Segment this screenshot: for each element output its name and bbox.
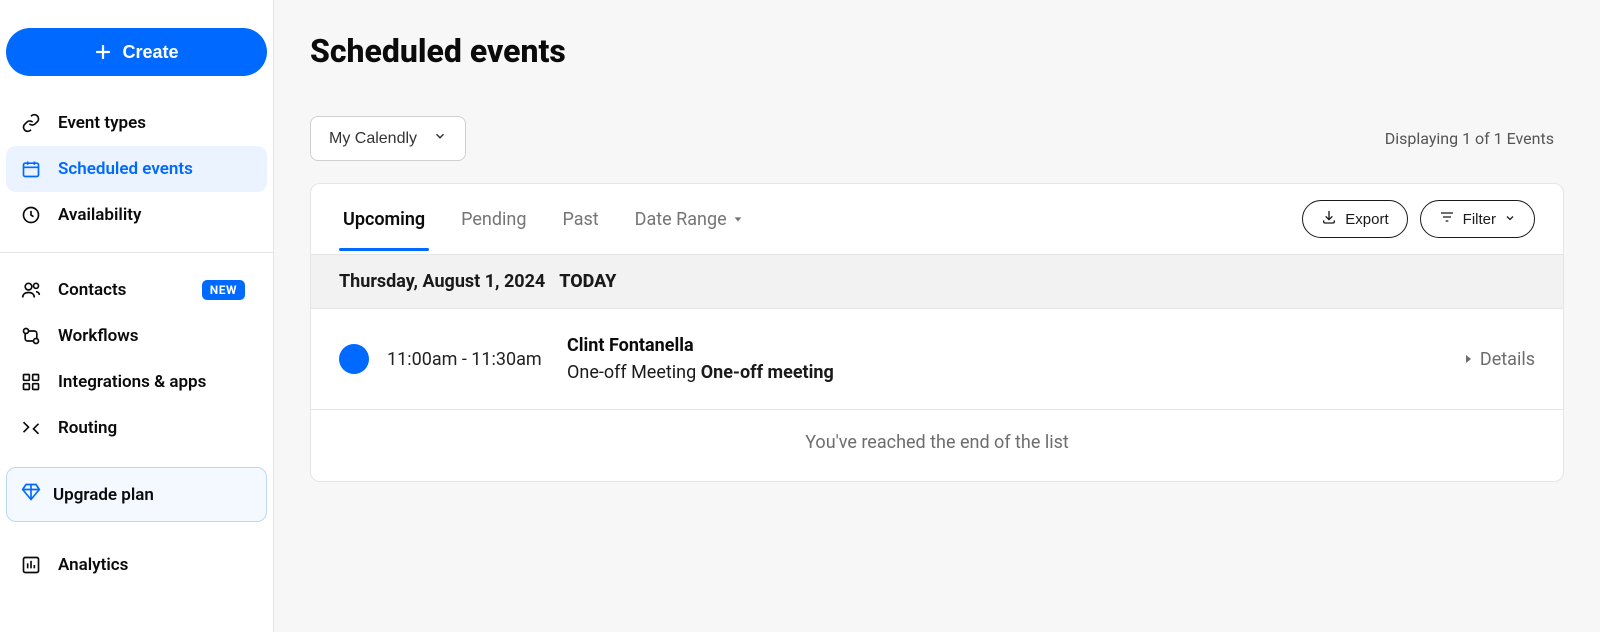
- sidebar-item-label: Availability: [58, 205, 141, 225]
- details-label: Details: [1480, 349, 1535, 370]
- tabs-bar: Upcoming Pending Past Date Range: [311, 184, 1563, 254]
- event-main: Clint Fontanella One-off Meeting One-off…: [567, 335, 834, 383]
- main-content: Scheduled events My Calendly Displaying …: [274, 0, 1600, 632]
- filter-button[interactable]: Filter: [1420, 200, 1535, 238]
- calendar-selector-dropdown[interactable]: My Calendly: [310, 116, 466, 161]
- upgrade-plan-button[interactable]: Upgrade plan: [6, 467, 267, 522]
- nav-section-top: Event types Scheduled events Availabilit…: [0, 94, 273, 244]
- export-button[interactable]: Export: [1302, 200, 1407, 238]
- event-type-label: One-off Meeting: [567, 362, 701, 383]
- tab-upcoming[interactable]: Upcoming: [339, 189, 429, 250]
- sidebar-item-scheduled-events[interactable]: Scheduled events: [6, 146, 267, 192]
- sidebar-item-label: Scheduled events: [58, 159, 193, 179]
- tab-past[interactable]: Past: [558, 189, 602, 250]
- calendar-icon: [20, 158, 42, 180]
- sidebar-item-contacts[interactable]: Contacts NEW: [6, 267, 267, 313]
- filter-icon: [1439, 209, 1455, 229]
- event-type-name: One-off meeting: [701, 362, 834, 383]
- caret-down-icon: [733, 214, 743, 224]
- tab-date-range[interactable]: Date Range: [631, 189, 747, 250]
- plus-icon: [94, 43, 112, 61]
- sidebar-item-label: Event types: [58, 113, 146, 133]
- tabs-actions: Export Filter: [1302, 200, 1535, 238]
- page-title: Scheduled events: [310, 32, 1564, 70]
- date-header: Thursday, August 1, 2024 TODAY: [311, 254, 1563, 309]
- controls-row: My Calendly Displaying 1 of 1 Events: [310, 116, 1564, 161]
- filter-label: Filter: [1463, 211, 1496, 228]
- tab-label: Past: [562, 209, 598, 230]
- displaying-count: Displaying 1 of 1 Events: [1385, 129, 1554, 148]
- create-label: Create: [122, 42, 178, 63]
- sidebar-item-availability[interactable]: Availability: [6, 192, 267, 238]
- analytics-icon: [20, 554, 42, 576]
- sidebar-item-label: Routing: [58, 418, 117, 438]
- contacts-icon: [20, 279, 42, 301]
- sidebar-item-event-types[interactable]: Event types: [6, 100, 267, 146]
- details-button[interactable]: Details: [1462, 349, 1535, 370]
- divider: [0, 252, 273, 253]
- event-subline: One-off Meeting One-off meeting: [567, 362, 834, 383]
- event-time: 11:00am - 11:30am: [387, 349, 557, 370]
- caret-right-icon: [1462, 349, 1474, 370]
- chevron-down-icon: [433, 129, 447, 148]
- download-icon: [1321, 209, 1337, 229]
- routing-icon: [20, 417, 42, 439]
- chevron-down-icon: [1504, 211, 1516, 228]
- sidebar: Create Event types Scheduled events Avai…: [0, 0, 274, 632]
- sidebar-item-integrations[interactable]: Integrations & apps: [6, 359, 267, 405]
- sidebar-item-label: Analytics: [58, 555, 128, 575]
- tabs: Upcoming Pending Past Date Range: [339, 189, 747, 250]
- event-attendee: Clint Fontanella: [567, 335, 834, 356]
- event-row[interactable]: 11:00am - 11:30am Clint Fontanella One-o…: [311, 309, 1563, 410]
- diamond-icon: [21, 482, 41, 507]
- sidebar-item-label: Integrations & apps: [58, 372, 206, 392]
- upgrade-label: Upgrade plan: [53, 485, 154, 505]
- tab-label: Upcoming: [343, 209, 425, 230]
- tab-label: Date Range: [635, 209, 727, 230]
- sidebar-item-analytics[interactable]: Analytics: [6, 542, 267, 588]
- nav-section-analytics: Analytics: [0, 536, 273, 594]
- export-label: Export: [1345, 211, 1388, 228]
- sidebar-item-routing[interactable]: Routing: [6, 405, 267, 451]
- end-of-list-text: You've reached the end of the list: [311, 410, 1563, 481]
- today-badge: TODAY: [559, 271, 616, 292]
- date-header-date: Thursday, August 1, 2024: [339, 271, 545, 292]
- sidebar-item-workflows[interactable]: Workflows: [6, 313, 267, 359]
- create-button[interactable]: Create: [6, 28, 267, 76]
- new-badge: NEW: [202, 280, 245, 300]
- link-icon: [20, 112, 42, 134]
- workflows-icon: [20, 325, 42, 347]
- apps-icon: [20, 371, 42, 393]
- nav-section-bottom: Contacts NEW Workflows Integrations & ap…: [0, 261, 273, 457]
- tab-pending[interactable]: Pending: [457, 189, 530, 250]
- sidebar-item-label: Workflows: [58, 326, 139, 346]
- events-card: Upcoming Pending Past Date Range: [310, 183, 1564, 482]
- tab-label: Pending: [461, 209, 526, 230]
- sidebar-item-label: Contacts: [58, 280, 126, 300]
- clock-icon: [20, 204, 42, 226]
- calendar-selector-label: My Calendly: [329, 130, 417, 148]
- event-color-dot: [339, 344, 369, 374]
